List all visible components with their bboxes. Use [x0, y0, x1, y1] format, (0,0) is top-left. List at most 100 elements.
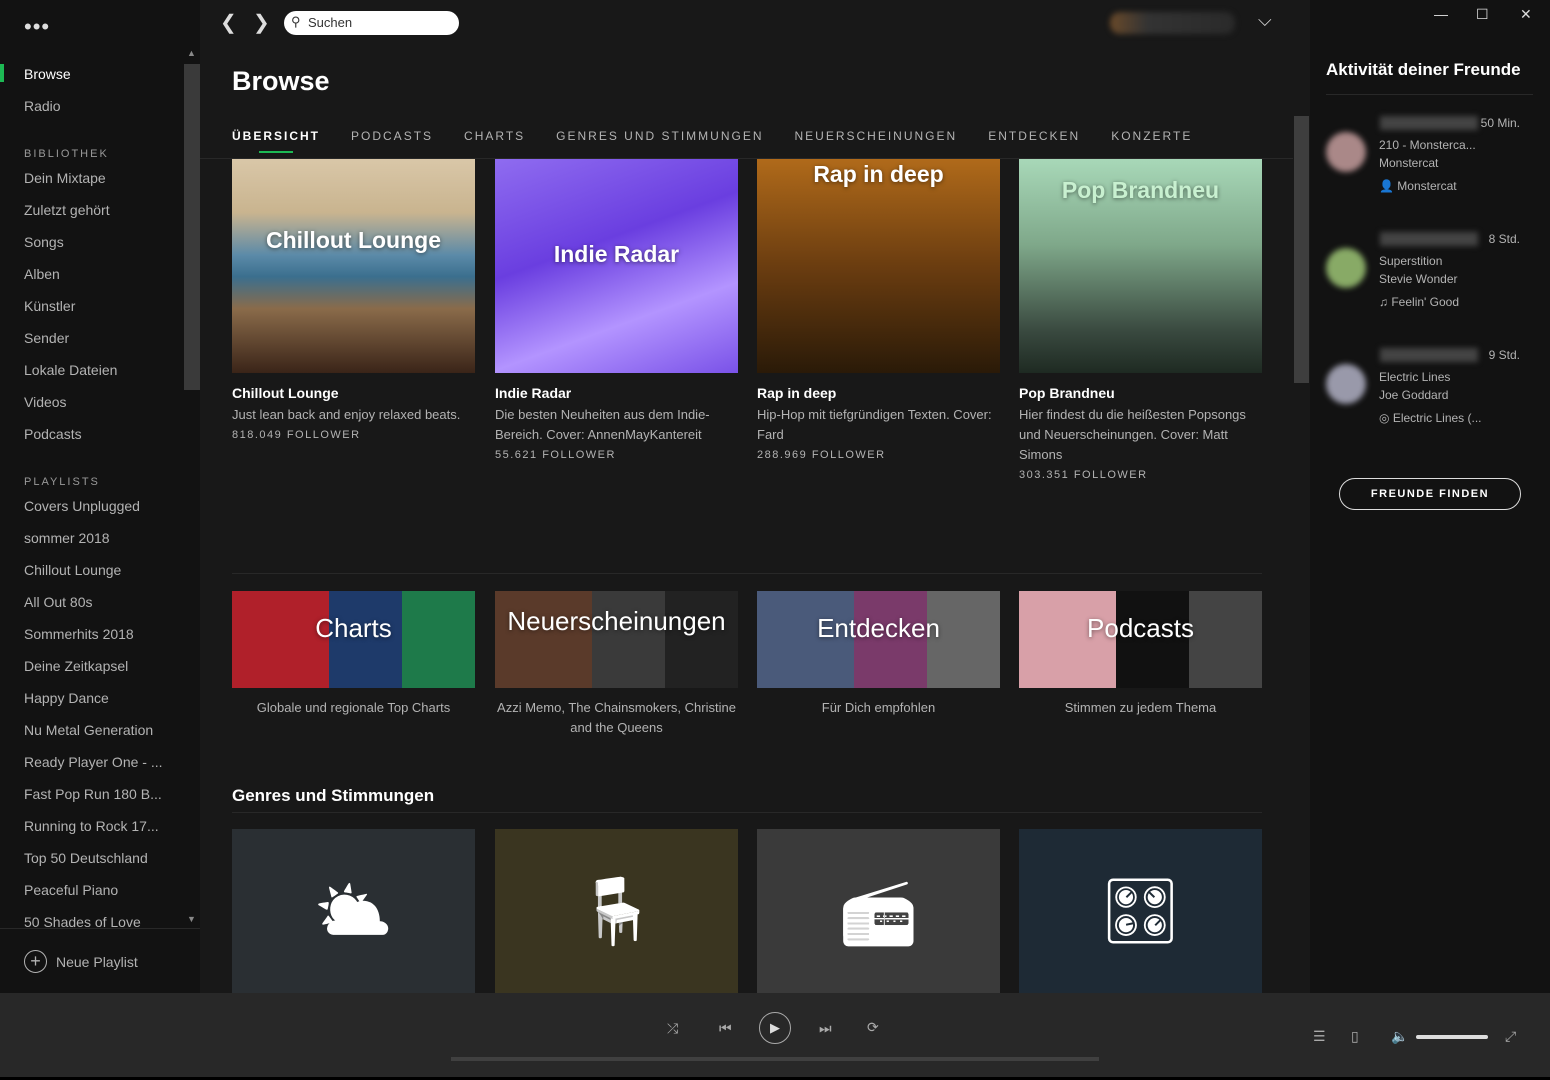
playlist-name[interactable]: Rap in deep	[757, 385, 1000, 401]
repeat-icon[interactable]: ⟳	[867, 1019, 879, 1036]
sidebar-item-library[interactable]: Sender	[24, 330, 69, 346]
tab-item[interactable]: KONZERTE	[1111, 129, 1192, 143]
sidebar-scrollbar[interactable]	[184, 64, 200, 390]
sidebar-item-playlist[interactable]: Fast Pop Run 180 B...	[24, 786, 162, 802]
category-image[interactable]: Entdecken	[757, 591, 1000, 688]
tab-item[interactable]: PODCASTS	[351, 129, 433, 143]
artist-name[interactable]: Stevie Wonder	[1379, 272, 1458, 286]
sidebar-item-library[interactable]: Zuletzt gehört	[24, 202, 110, 218]
maximize-icon[interactable]: ☐	[1476, 6, 1489, 23]
genre-card[interactable]: 🪑	[495, 829, 738, 993]
sidebar-item-playlist[interactable]: sommer 2018	[24, 530, 110, 546]
category-card[interactable]: Podcasts Stimmen zu jedem Thema	[1019, 591, 1262, 718]
fullscreen-icon[interactable]: ⤢	[1505, 1028, 1516, 1045]
playlist-cover-image[interactable]: Pop Brandneu	[1019, 159, 1262, 373]
shuffle-icon[interactable]: ⤮	[667, 1020, 678, 1037]
tab-item[interactable]: ÜBERSICHT	[232, 129, 320, 153]
scroll-up-icon[interactable]: ▲	[187, 48, 196, 58]
genre-card[interactable]: ⛅	[232, 829, 475, 993]
playlist-card[interactable]: Pop Brandneu Pop Brandneu Hier findest du …	[1019, 159, 1262, 481]
friend-name[interactable]	[1380, 232, 1478, 246]
sidebar-item-library[interactable]: Podcasts	[24, 426, 82, 442]
sidebar-item-library[interactable]: Songs	[24, 234, 64, 250]
back-icon[interactable]: ❮	[220, 10, 237, 35]
sidebar-item-playlist[interactable]: Top 50 Deutschland	[24, 850, 148, 866]
find-friends-button[interactable]: FREUNDE FINDEN	[1339, 478, 1521, 510]
playlist-name[interactable]: Pop Brandneu	[1019, 385, 1262, 401]
friend-activity-item[interactable]: 8 Std. Superstition Stevie Wonder ♫ Feelin'…	[1326, 232, 1536, 332]
playlist-cover-image[interactable]: Rap in deep	[757, 159, 1000, 373]
avatar[interactable]	[1326, 248, 1366, 288]
playlist-card[interactable]: Indie Radar Indie Radar Die besten Neuheit…	[495, 159, 738, 461]
category-card[interactable]: Entdecken Für Dich empfohlen	[757, 591, 1000, 718]
next-icon[interactable]: ⏭	[819, 1020, 832, 1037]
volume-slider[interactable]	[1416, 1035, 1489, 1039]
tab-item[interactable]: ENTDECKEN	[988, 129, 1080, 143]
main-scrollbar[interactable]	[1293, 46, 1310, 993]
user-profile[interactable]	[1110, 12, 1235, 34]
sidebar-item-playlist[interactable]: Deine Zeitkapsel	[24, 658, 128, 674]
playlist-name[interactable]: Chillout Lounge	[232, 385, 475, 401]
queue-icon[interactable]: ☰	[1313, 1028, 1326, 1045]
genre-card[interactable]: 🎛	[1019, 829, 1262, 993]
sidebar-item-playlist[interactable]: All Out 80s	[24, 594, 92, 610]
context-link[interactable]: ♫ Feelin' Good	[1379, 295, 1459, 309]
new-playlist-button[interactable]: + Neue Playlist	[24, 950, 138, 973]
search-input[interactable]: ⚲ Suchen	[284, 11, 459, 35]
category-image[interactable]: Neuerscheinungen	[495, 591, 738, 688]
sidebar-item-playlist[interactable]: Sommerhits 2018	[24, 626, 134, 642]
track-name[interactable]: 210 - Monsterca...	[1379, 138, 1476, 152]
sidebar-item-library[interactable]: Lokale Dateien	[24, 362, 117, 378]
sidebar-item-browse[interactable]: Browse	[24, 66, 71, 82]
category-card[interactable]: Neuerscheinungen Azzi Memo, The Chainsmok…	[495, 591, 738, 738]
sidebar-item-playlist[interactable]: Peaceful Piano	[24, 882, 118, 898]
sidebar-item-playlist[interactable]: Ready Player One - ...	[24, 754, 163, 770]
sidebar-item-playlist[interactable]: Chillout Lounge	[24, 562, 121, 578]
progress-bar[interactable]	[451, 1057, 1099, 1061]
sidebar-item-playlist[interactable]: Nu Metal Generation	[24, 722, 153, 738]
genre-card[interactable]: 📻	[757, 829, 1000, 993]
sidebar-item-library[interactable]: Videos	[24, 394, 67, 410]
artist-name[interactable]: Joe Goddard	[1379, 388, 1448, 402]
scroll-down-icon[interactable]: ▼	[187, 914, 196, 924]
play-button[interactable]: ▶	[759, 1012, 791, 1044]
tab-item[interactable]: GENRES UND STIMMUNGEN	[556, 129, 763, 143]
sidebar-item-playlist[interactable]: Covers Unplugged	[24, 498, 140, 514]
friend-name[interactable]	[1380, 348, 1478, 362]
sidebar-item-library[interactable]: Dein Mixtape	[24, 170, 106, 186]
artist-name[interactable]: Monstercat	[1379, 156, 1438, 170]
scrollbar-thumb[interactable]	[1294, 116, 1309, 383]
sidebar-item-radio[interactable]: Radio	[24, 98, 61, 114]
volume-icon[interactable]: 🔈	[1391, 1028, 1408, 1045]
category-image[interactable]: Charts	[232, 591, 475, 688]
category-card[interactable]: Charts Globale und regionale Top Charts	[232, 591, 475, 718]
playlist-cover-image[interactable]: Chillout Lounge	[232, 159, 475, 373]
playlist-cover-image[interactable]: Indie Radar	[495, 159, 738, 373]
friend-activity-item[interactable]: 50 Min. 210 - Monsterca... Monstercat 👤 Mon…	[1326, 116, 1536, 216]
avatar[interactable]	[1326, 364, 1366, 404]
playlist-card[interactable]: Chillout Lounge Chillout Lounge Just lean …	[232, 159, 475, 441]
friend-name[interactable]	[1380, 116, 1478, 130]
tab-item[interactable]: NEUERSCHEINUNGEN	[795, 129, 958, 143]
playlist-name[interactable]: Indie Radar	[495, 385, 738, 401]
track-name[interactable]: Electric Lines	[1379, 370, 1450, 384]
track-name[interactable]: Superstition	[1379, 254, 1442, 268]
forward-icon[interactable]: ❯	[253, 10, 270, 35]
context-link[interactable]: ◎ Electric Lines (...	[1379, 411, 1482, 425]
sidebar-item-playlist[interactable]: Happy Dance	[24, 690, 109, 706]
category-image[interactable]: Podcasts	[1019, 591, 1262, 688]
context-link[interactable]: 👤 Monstercat	[1379, 179, 1457, 193]
close-icon[interactable]: ✕	[1520, 6, 1532, 23]
previous-icon[interactable]: ⏮	[719, 1020, 732, 1037]
menu-icon[interactable]: •••	[24, 14, 50, 40]
minimize-icon[interactable]: —	[1434, 6, 1448, 22]
tab-item[interactable]: CHARTS	[464, 129, 525, 143]
avatar[interactable]	[1326, 132, 1366, 172]
devices-icon[interactable]: ▯	[1351, 1028, 1359, 1045]
chevron-down-icon[interactable]: ⌵	[1258, 10, 1272, 31]
sidebar-item-library[interactable]: Künstler	[24, 298, 75, 314]
playlist-card[interactable]: Rap in deep Rap in deep Hip-Hop mit tiefgr…	[757, 159, 1000, 461]
sidebar-item-library[interactable]: Alben	[24, 266, 60, 282]
sidebar-item-playlist[interactable]: Running to Rock 17...	[24, 818, 159, 834]
friend-activity-item[interactable]: 9 Std. Electric Lines Joe Goddard ◎ Electri…	[1326, 348, 1536, 448]
